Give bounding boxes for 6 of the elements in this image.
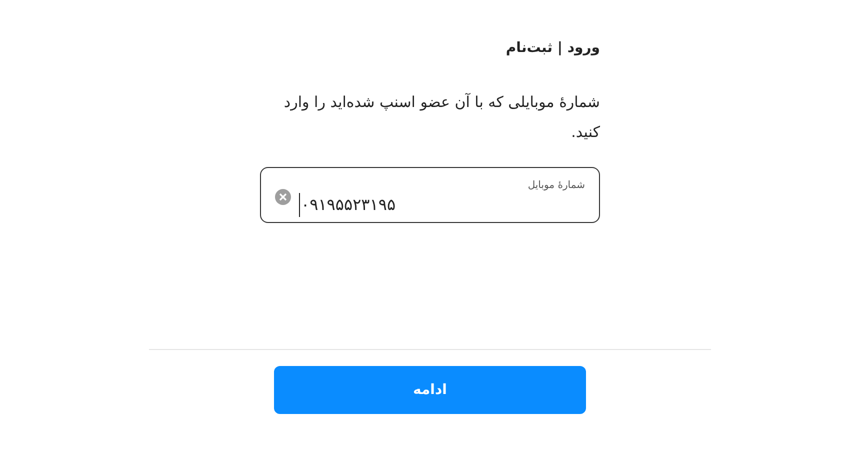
phone-input-field[interactable]: شمارهٔ موبایل ۰۹۱۹۵۵۲۳۱۹۵ [260,167,600,223]
page-title: ورود | ثبت‌نام [506,39,600,58]
clear-icon[interactable] [275,189,291,205]
instruction-text: شمارهٔ موبایلی که با آن عضو اسنپ شده‌اید را وارد کنید. [282,92,600,143]
phone-value: ۰۹۱۹۵۵۲۳۱۹۵ [299,192,396,216]
field-label: شمارهٔ موبایل [528,178,585,192]
